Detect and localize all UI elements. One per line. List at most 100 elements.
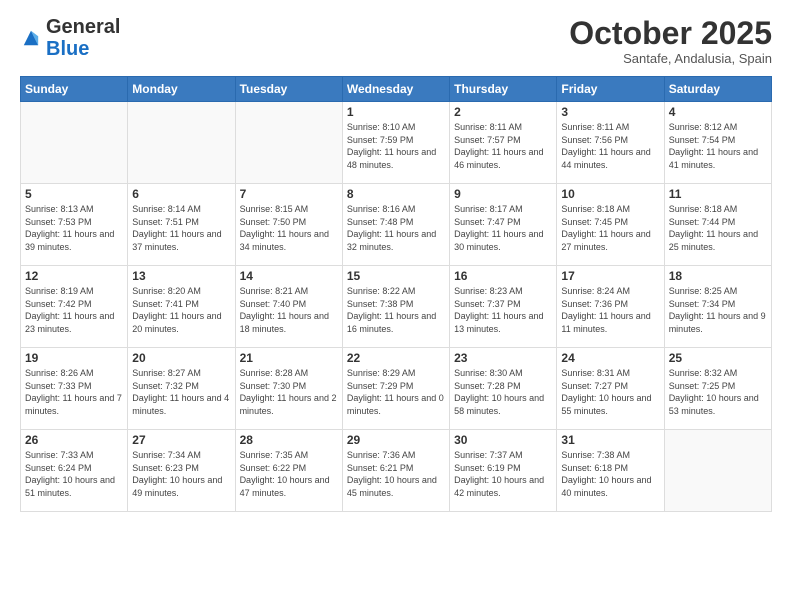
table-row: 18 Sunrise: 8:25 AMSunset: 7:34 PMDayligh… xyxy=(664,266,771,348)
table-row: 28Sunrise: 7:35 AMSunset: 6:22 PMDayligh… xyxy=(235,430,342,512)
day-info: Sunrise: 8:19 AMSunset: 7:42 PMDaylight:… xyxy=(25,285,123,335)
day-number: 13 xyxy=(132,269,230,283)
day-info: Sunrise: 8:13 AMSunset: 7:53 PMDaylight:… xyxy=(25,203,123,253)
day-number: 24 xyxy=(561,351,659,365)
table-row: 1 Sunrise: 8:10 AMSunset: 7:59 PMDaylight… xyxy=(342,102,449,184)
day-info: Sunrise: 7:36 AMSunset: 6:21 PMDaylight:… xyxy=(347,449,445,499)
table-row: 17 Sunrise: 8:24 AMSunset: 7:36 PMDayligh… xyxy=(557,266,664,348)
day-number: 17 xyxy=(561,269,659,283)
day-info: Sunrise: 8:31 AMSunset: 7:27 PMDaylight:… xyxy=(561,367,659,417)
day-number: 20 xyxy=(132,351,230,365)
day-info: Sunrise: 8:29 AMSunset: 7:29 PMDaylight:… xyxy=(347,367,445,417)
calendar-week-row: 12 Sunrise: 8:19 AMSunset: 7:42 PMDayligh… xyxy=(21,266,772,348)
table-row: 2 Sunrise: 8:11 AMSunset: 7:57 PMDaylight… xyxy=(450,102,557,184)
logo-blue: Blue xyxy=(46,38,120,60)
day-number: 8 xyxy=(347,187,445,201)
day-info: Sunrise: 8:11 AMSunset: 7:57 PMDaylight:… xyxy=(454,121,552,171)
day-number: 14 xyxy=(240,269,338,283)
table-row: 11 Sunrise: 8:18 AMSunset: 7:44 PMDayligh… xyxy=(664,184,771,266)
logo-text: General Blue xyxy=(46,16,120,60)
day-number: 9 xyxy=(454,187,552,201)
day-number: 1 xyxy=(347,105,445,119)
day-info: Sunrise: 8:20 AMSunset: 7:41 PMDaylight:… xyxy=(132,285,230,335)
table-row: 14 Sunrise: 8:21 AMSunset: 7:40 PMDayligh… xyxy=(235,266,342,348)
logo: General Blue xyxy=(20,16,120,60)
day-number: 5 xyxy=(25,187,123,201)
table-row: 16 Sunrise: 8:23 AMSunset: 7:37 PMDayligh… xyxy=(450,266,557,348)
day-number: 2 xyxy=(454,105,552,119)
calendar-week-row: 5 Sunrise: 8:13 AMSunset: 7:53 PMDaylight… xyxy=(21,184,772,266)
table-row: 20 Sunrise: 8:27 AMSunset: 7:32 PMDayligh… xyxy=(128,348,235,430)
day-number: 6 xyxy=(132,187,230,201)
day-number: 27 xyxy=(132,433,230,447)
table-row: 19Sunrise: 8:26 AMSunset: 7:33 PMDayligh… xyxy=(21,348,128,430)
table-row: 10 Sunrise: 8:18 AMSunset: 7:45 PMDayligh… xyxy=(557,184,664,266)
day-info: Sunrise: 7:38 AMSunset: 6:18 PMDaylight:… xyxy=(561,449,659,499)
day-number: 10 xyxy=(561,187,659,201)
table-row: 13 Sunrise: 8:20 AMSunset: 7:41 PMDayligh… xyxy=(128,266,235,348)
weekday-header-row: Sunday Monday Tuesday Wednesday Thursday… xyxy=(21,77,772,102)
day-number: 30 xyxy=(454,433,552,447)
table-row: 21Sunrise: 8:28 AMSunset: 7:30 PMDayligh… xyxy=(235,348,342,430)
table-row: 15Sunrise: 8:22 AMSunset: 7:38 PMDayligh… xyxy=(342,266,449,348)
day-number: 25 xyxy=(669,351,767,365)
table-row: 8 Sunrise: 8:16 AMSunset: 7:48 PMDaylight… xyxy=(342,184,449,266)
day-info: Sunrise: 8:24 AMSunset: 7:36 PMDaylight:… xyxy=(561,285,659,335)
day-info: Sunrise: 8:28 AMSunset: 7:30 PMDaylight:… xyxy=(240,367,338,417)
title-area: October 2025 Santafe, Andalusia, Spain xyxy=(569,16,772,66)
day-info: Sunrise: 8:10 AMSunset: 7:59 PMDaylight:… xyxy=(347,121,445,171)
table-row: 5 Sunrise: 8:13 AMSunset: 7:53 PMDaylight… xyxy=(21,184,128,266)
day-info: Sunrise: 7:33 AMSunset: 6:24 PMDaylight:… xyxy=(25,449,123,499)
day-number: 15 xyxy=(347,269,445,283)
day-info: Sunrise: 8:32 AMSunset: 7:25 PMDaylight:… xyxy=(669,367,767,417)
table-row xyxy=(235,102,342,184)
day-info: Sunrise: 7:34 AMSunset: 6:23 PMDaylight:… xyxy=(132,449,230,499)
table-row xyxy=(664,430,771,512)
day-info: Sunrise: 8:23 AMSunset: 7:37 PMDaylight:… xyxy=(454,285,552,335)
day-number: 31 xyxy=(561,433,659,447)
day-info: Sunrise: 8:30 AMSunset: 7:28 PMDaylight:… xyxy=(454,367,552,417)
day-info: Sunrise: 8:27 AMSunset: 7:32 PMDaylight:… xyxy=(132,367,230,417)
day-info: Sunrise: 8:14 AMSunset: 7:51 PMDaylight:… xyxy=(132,203,230,253)
calendar-week-row: 19Sunrise: 8:26 AMSunset: 7:33 PMDayligh… xyxy=(21,348,772,430)
day-info: Sunrise: 8:18 AMSunset: 7:45 PMDaylight:… xyxy=(561,203,659,253)
day-number: 29 xyxy=(347,433,445,447)
day-info: Sunrise: 8:21 AMSunset: 7:40 PMDaylight:… xyxy=(240,285,338,335)
table-row: 6 Sunrise: 8:14 AMSunset: 7:51 PMDaylight… xyxy=(128,184,235,266)
table-row xyxy=(21,102,128,184)
day-number: 16 xyxy=(454,269,552,283)
day-info: Sunrise: 7:35 AMSunset: 6:22 PMDaylight:… xyxy=(240,449,338,499)
calendar-week-row: 26 Sunrise: 7:33 AMSunset: 6:24 PMDayligh… xyxy=(21,430,772,512)
header-sunday: Sunday xyxy=(21,77,128,102)
header-saturday: Saturday xyxy=(664,77,771,102)
table-row: 25 Sunrise: 8:32 AMSunset: 7:25 PMDayligh… xyxy=(664,348,771,430)
day-number: 7 xyxy=(240,187,338,201)
header-tuesday: Tuesday xyxy=(235,77,342,102)
subtitle: Santafe, Andalusia, Spain xyxy=(569,51,772,66)
day-info: Sunrise: 8:16 AMSunset: 7:48 PMDaylight:… xyxy=(347,203,445,253)
table-row: 27 Sunrise: 7:34 AMSunset: 6:23 PMDayligh… xyxy=(128,430,235,512)
day-info: Sunrise: 8:11 AMSunset: 7:56 PMDaylight:… xyxy=(561,121,659,171)
day-number: 18 xyxy=(669,269,767,283)
day-number: 26 xyxy=(25,433,123,447)
day-info: Sunrise: 8:25 AMSunset: 7:34 PMDaylight:… xyxy=(669,285,767,335)
day-info: Sunrise: 8:12 AMSunset: 7:54 PMDaylight:… xyxy=(669,121,767,171)
header-friday: Friday xyxy=(557,77,664,102)
day-number: 3 xyxy=(561,105,659,119)
table-row: 7 Sunrise: 8:15 AMSunset: 7:50 PMDaylight… xyxy=(235,184,342,266)
day-number: 22 xyxy=(347,351,445,365)
header-monday: Monday xyxy=(128,77,235,102)
table-row: 26 Sunrise: 7:33 AMSunset: 6:24 PMDayligh… xyxy=(21,430,128,512)
day-number: 12 xyxy=(25,269,123,283)
table-row: 9Sunrise: 8:17 AMSunset: 7:47 PMDaylight… xyxy=(450,184,557,266)
day-info: Sunrise: 7:37 AMSunset: 6:19 PMDaylight:… xyxy=(454,449,552,499)
day-number: 4 xyxy=(669,105,767,119)
day-info: Sunrise: 8:26 AMSunset: 7:33 PMDaylight:… xyxy=(25,367,123,417)
table-row: 22 Sunrise: 8:29 AMSunset: 7:29 PMDayligh… xyxy=(342,348,449,430)
day-number: 11 xyxy=(669,187,767,201)
month-title: October 2025 xyxy=(569,16,772,51)
day-number: 23 xyxy=(454,351,552,365)
logo-general: General xyxy=(46,16,120,38)
day-info: Sunrise: 8:18 AMSunset: 7:44 PMDaylight:… xyxy=(669,203,767,253)
day-info: Sunrise: 8:15 AMSunset: 7:50 PMDaylight:… xyxy=(240,203,338,253)
